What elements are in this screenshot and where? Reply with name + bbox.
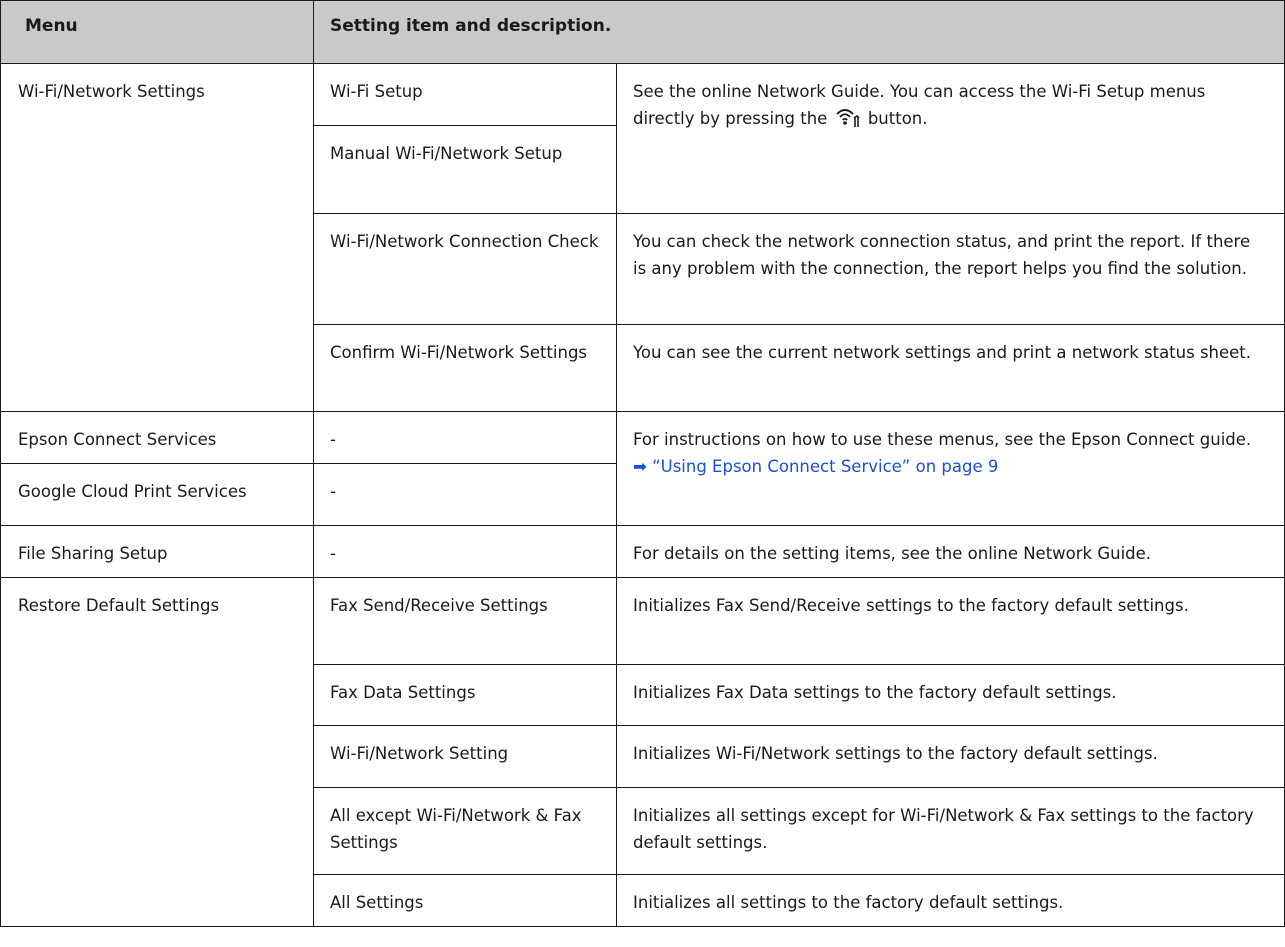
item-all-settings: All Settings [313,874,617,927]
table-row: Restore Default Settings Fax Send/Receiv… [0,577,1285,927]
desc-all-except: Initializes all settings except for Wi-F… [615,787,1285,875]
menu-file-sharing: File Sharing Setup [0,525,314,578]
desc-wifi-network-setting: Initializes Wi-Fi/Network settings to th… [615,725,1285,788]
wifi-setup-icon [835,106,861,128]
header-row: Menu Setting item and description. [0,0,1285,64]
header-setting: Setting item and description. [312,0,1285,64]
menu-epson-connect: Epson Connect Services [0,411,314,464]
table-row: File Sharing Setup - For details on the … [0,525,1285,578]
header-menu: Menu [0,0,314,64]
item-wifi-network-setting: Wi-Fi/Network Setting [313,725,617,788]
desc-epson-connect-text: For instructions on how to use these men… [633,430,1252,449]
item-file-sharing: - [313,525,617,578]
table-row: Wi-Fi/Network Settings Wi-Fi Setup See t… [0,63,1285,412]
epson-connect-link[interactable]: “Using Epson Connect Service” on page 9 [652,457,998,476]
item-confirm-settings: Confirm Wi-Fi/Network Settings [313,324,617,412]
desc-wifi-setup: See the online Network Guide. You can ac… [615,63,1285,214]
item-google-cloud-print: - [313,463,617,526]
item-wifi-setup: Wi-Fi Setup [313,63,617,126]
menu-restore-defaults: Restore Default Settings [0,577,314,927]
item-fax-data: Fax Data Settings [313,664,617,726]
item-connection-check: Wi-Fi/Network Connection Check [313,213,617,325]
settings-table: Menu Setting item and description. Wi-Fi… [0,0,1285,927]
menu-wifi-network-settings: Wi-Fi/Network Settings [0,63,314,412]
desc-fax-data: Initializes Fax Data settings to the fac… [615,664,1285,726]
desc-connection-check: You can check the network connection sta… [615,213,1285,325]
menu-google-cloud-print: Google Cloud Print Services [0,463,314,526]
item-epson-connect: - [313,411,617,464]
desc-file-sharing: For details on the setting items, see th… [615,525,1285,578]
desc-fax-send-receive: Initializes Fax Send/Receive settings to… [615,577,1285,665]
table-row: Epson Connect Services - For instruction… [0,411,1285,526]
item-all-except: All except Wi-Fi/Network & Fax Settings [313,787,617,875]
item-fax-send-receive: Fax Send/Receive Settings [313,577,617,665]
desc-wifi-setup-tail: button. [867,109,928,128]
desc-epson-connect: For instructions on how to use these men… [615,411,1285,526]
desc-confirm-settings: You can see the current network settings… [615,324,1285,412]
desc-all-settings: Initializes all settings to the factory … [615,874,1285,927]
item-manual-wifi-setup: Manual Wi-Fi/Network Setup [313,125,617,214]
arrow-right-icon: ➡ [633,457,647,476]
